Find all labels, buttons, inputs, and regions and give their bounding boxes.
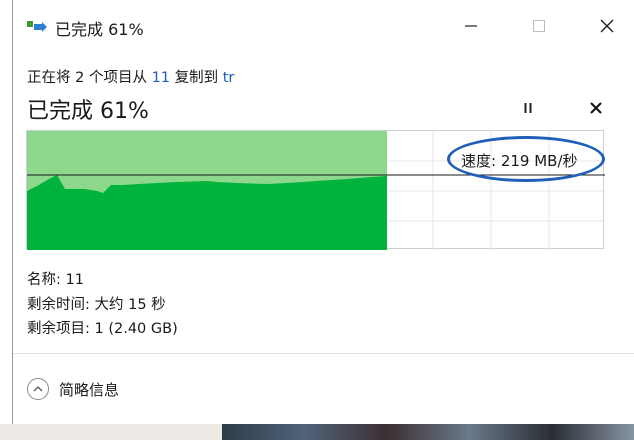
copy-middle-text: 复制到	[170, 70, 223, 86]
minimize-icon	[465, 25, 477, 27]
title-bar[interactable]: 已完成 61%	[13, 0, 634, 54]
source-folder-link[interactable]: 11	[152, 70, 170, 86]
minimize-button[interactable]	[451, 8, 491, 44]
copy-description: 正在将 2 个项目从 11 复制到 tr	[27, 66, 234, 87]
close-icon	[600, 19, 614, 33]
file-copy-dialog: 已完成 61% 正在将 2 个项目从 11 复制到 tr 已完成 61% 速度:…	[12, 0, 634, 424]
cancel-copy-button[interactable]	[584, 96, 608, 120]
destination-folder-link[interactable]: tr	[223, 70, 235, 86]
close-button[interactable]	[587, 8, 627, 44]
items-remaining: 剩余项目: 1 (2.40 GB)	[27, 321, 178, 337]
maximize-icon	[533, 20, 545, 32]
file-name: 名称: 11	[27, 272, 84, 288]
transfer-speed: 速度: 219 MB/秒	[461, 152, 578, 170]
window-title: 已完成 61%	[55, 20, 144, 39]
footer-divider	[13, 353, 634, 354]
background-window-edge	[0, 424, 222, 440]
copy-prefix-text: 正在将 2 个项目从	[27, 70, 152, 86]
time-remaining: 剩余时间: 大约 15 秒	[27, 297, 166, 313]
background-photo	[222, 424, 634, 440]
desktop-background	[0, 424, 634, 440]
fewer-details-button[interactable]: 简略信息	[27, 378, 119, 400]
pause-icon	[524, 103, 532, 113]
close-icon	[590, 102, 602, 114]
maximize-button[interactable]	[519, 8, 559, 44]
fewer-details-label: 简略信息	[59, 380, 120, 399]
pause-button[interactable]	[516, 96, 540, 120]
file-copy-icon	[27, 21, 47, 32]
chevron-up-icon	[27, 378, 49, 400]
progress-heading: 已完成 61%	[27, 99, 149, 124]
